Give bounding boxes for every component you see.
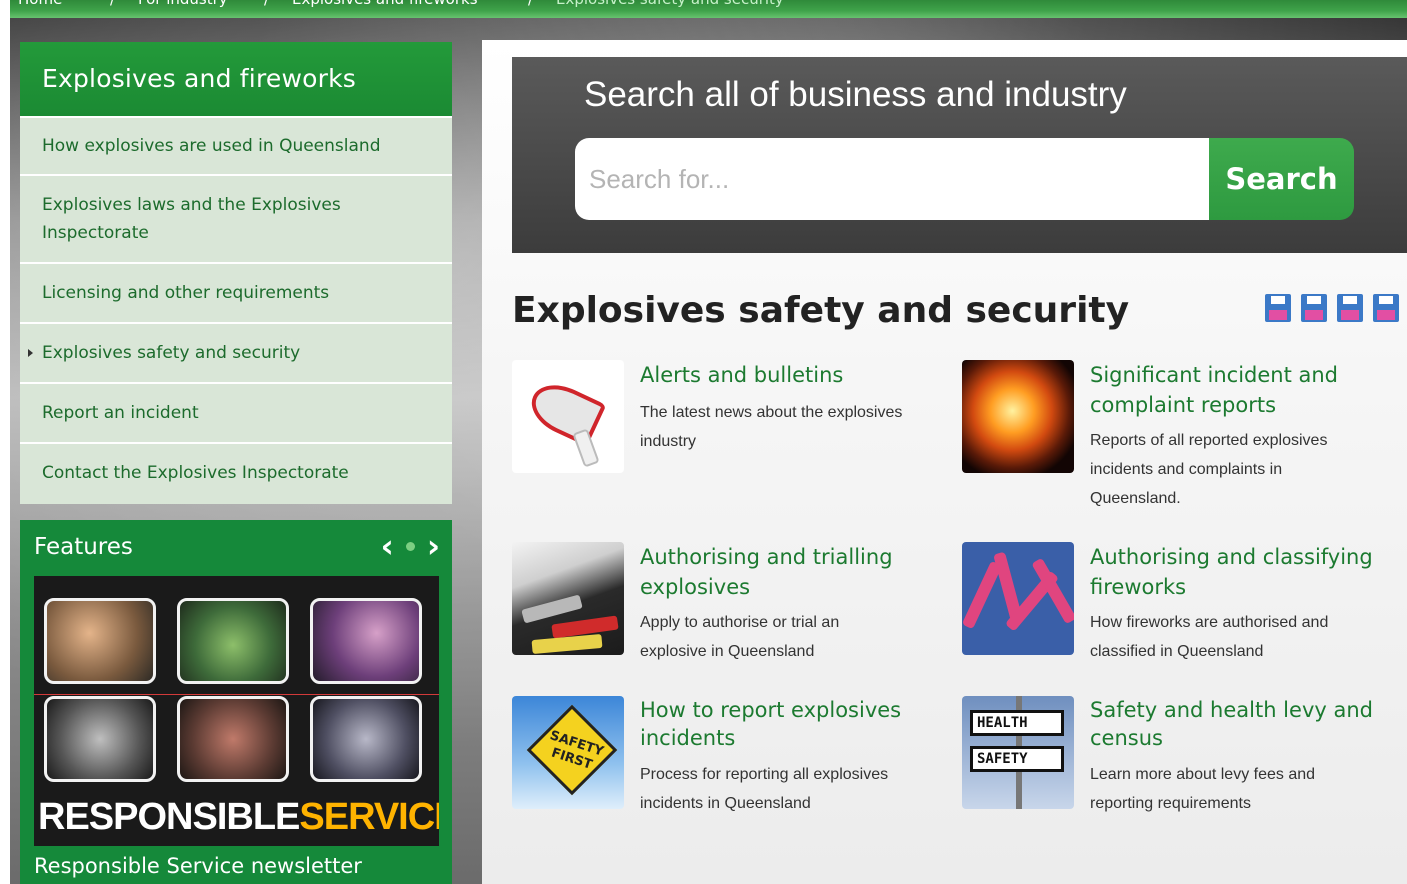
- tile-title[interactable]: Significant incident and complaint repor…: [1090, 360, 1390, 420]
- banner-title-word-2: SERVICE: [299, 796, 439, 838]
- responsible-service-newsletter-link[interactable]: Responsible Service newsletter: [34, 854, 362, 878]
- tile-description: How fireworks are authorised and classif…: [1090, 614, 1329, 660]
- health-sign: HEALTH: [970, 710, 1064, 736]
- banner-title-word-1: RESPONSIBLE: [38, 796, 300, 838]
- tile-description: Apply to authorise or trial an explosive…: [640, 614, 840, 660]
- sidebar-item-explosives-laws[interactable]: Explosives laws and the Explosives Inspe…: [20, 174, 452, 262]
- sidebar-item-safety-security[interactable]: Explosives safety and security: [20, 322, 452, 382]
- banner-photo: [310, 598, 422, 684]
- tile-how-to-report-incidents[interactable]: SAFETY FIRST How to report explosives in…: [512, 696, 942, 856]
- sidebar-nav: Explosives and fireworks How explosives …: [20, 42, 452, 504]
- megaphone-handle: [572, 428, 600, 468]
- features-title: Features: [34, 534, 133, 560]
- firework-tube: [962, 560, 1003, 630]
- tile-description: Process for reporting all explosives inc…: [640, 766, 889, 812]
- banner-photo: [177, 598, 289, 684]
- sidebar-item-label: Licensing and other requirements: [42, 283, 330, 303]
- carousel-dot[interactable]: [405, 541, 415, 551]
- banner-photo-grid: [34, 598, 439, 788]
- banner-photo: [310, 696, 422, 782]
- tile-description: Reports of all reported explosives incid…: [1090, 432, 1328, 507]
- breadcrumb-separator: /: [110, 0, 115, 8]
- features-carousel-nav: ‹ ›: [381, 530, 440, 562]
- sidebar-item-label: Report an incident: [42, 403, 199, 423]
- chevron-left-icon[interactable]: ‹: [381, 530, 394, 562]
- breadcrumb-explosives-fireworks[interactable]: Explosives and fireworks: [292, 0, 478, 8]
- health-safety-sign-icon: HEALTH SAFETY: [962, 696, 1074, 809]
- search-panel: Search all of business and industry Sear…: [512, 57, 1407, 253]
- tile-title[interactable]: Authorising and trialling explosives: [640, 542, 940, 602]
- sidebar-item-contact-inspectorate[interactable]: Contact the Explosives Inspectorate: [20, 442, 452, 502]
- banner-photo: [44, 696, 156, 782]
- tile-safety-health-levy[interactable]: HEALTH SAFETY Safety and health levy and…: [962, 696, 1402, 826]
- explosive-stick: [521, 594, 583, 624]
- explosives-icon: [512, 542, 624, 655]
- sidebar-item-licensing[interactable]: Licensing and other requirements: [20, 262, 452, 322]
- sidebar-item-label: Explosives laws and the Explosives Inspe…: [42, 195, 341, 243]
- save-icon[interactable]: [1373, 294, 1399, 322]
- main-content: Search all of business and industry Sear…: [482, 40, 1407, 884]
- tile-title[interactable]: Safety and health levy and census: [1090, 696, 1390, 752]
- tile-description: The latest news about the explosives ind…: [640, 404, 903, 450]
- sidebar-item-label: How explosives are used in Queensland: [42, 136, 381, 156]
- tile-description: Learn more about levy fees and reporting…: [1090, 766, 1316, 812]
- safety-sign-icon: SAFETY FIRST: [512, 696, 624, 809]
- banner-photo: [177, 696, 289, 782]
- explosive-stick: [531, 633, 603, 655]
- search-title: Search all of business and industry: [584, 75, 1127, 114]
- megaphone-icon: [512, 360, 624, 473]
- save-icon[interactable]: [1265, 294, 1291, 322]
- breadcrumb-home[interactable]: Home: [18, 0, 62, 8]
- tile-title[interactable]: Alerts and bulletins: [640, 360, 940, 390]
- page-title: Explosives safety and security: [512, 290, 1130, 331]
- breadcrumb-for-industry[interactable]: For industry: [138, 0, 228, 8]
- save-icon[interactable]: [1301, 294, 1327, 322]
- tile-authorising-trialling-explosives[interactable]: Authorising and trialling explosives App…: [512, 542, 942, 672]
- page-tools: [1265, 294, 1407, 322]
- sidebar-title[interactable]: Explosives and fireworks: [20, 42, 452, 116]
- fireworks-icon: [962, 542, 1074, 655]
- tile-title[interactable]: How to report explosives incidents: [640, 696, 940, 752]
- save-icon[interactable]: [1337, 294, 1363, 322]
- sidebar-item-label: Contact the Explosives Inspectorate: [42, 463, 349, 483]
- breadcrumb-separator: /: [264, 0, 269, 8]
- banner-photo: [44, 598, 156, 684]
- current-page-arrow-icon: [28, 349, 33, 357]
- breadcrumb-current: Explosives safety and security: [556, 0, 784, 8]
- safety-sign: SAFETY: [970, 746, 1064, 772]
- tile-alerts-bulletins[interactable]: Alerts and bulletins The latest news abo…: [512, 360, 942, 480]
- sidebar-item-report-incident[interactable]: Report an incident: [20, 382, 452, 442]
- search-button[interactable]: Search: [1209, 138, 1354, 220]
- banner-divider: [34, 694, 439, 695]
- tile-title[interactable]: Authorising and classifying fireworks: [1090, 542, 1390, 602]
- breadcrumb-separator: /: [528, 0, 533, 8]
- megaphone-cone: [523, 375, 607, 447]
- search-input[interactable]: [575, 138, 1215, 220]
- page-edge: [0, 0, 10, 884]
- chevron-right-icon[interactable]: ›: [427, 530, 440, 562]
- fire-icon: [962, 360, 1074, 473]
- tile-authorising-classifying-fireworks[interactable]: Authorising and classifying fireworks Ho…: [962, 542, 1402, 672]
- breadcrumb: Home / For industry / Explosives and fir…: [10, 0, 1407, 18]
- tile-significant-incident-reports[interactable]: Significant incident and complaint repor…: [962, 360, 1402, 520]
- features-panel: Features ‹ › RESPONSIBLESERVICE Responsi…: [20, 520, 452, 884]
- sidebar-item-label: Explosives safety and security: [42, 343, 301, 363]
- banner-title: RESPONSIBLESERVICE: [38, 796, 439, 839]
- responsible-service-banner[interactable]: RESPONSIBLESERVICE: [34, 576, 439, 846]
- sidebar-item-how-explosives-used[interactable]: How explosives are used in Queensland: [20, 116, 452, 174]
